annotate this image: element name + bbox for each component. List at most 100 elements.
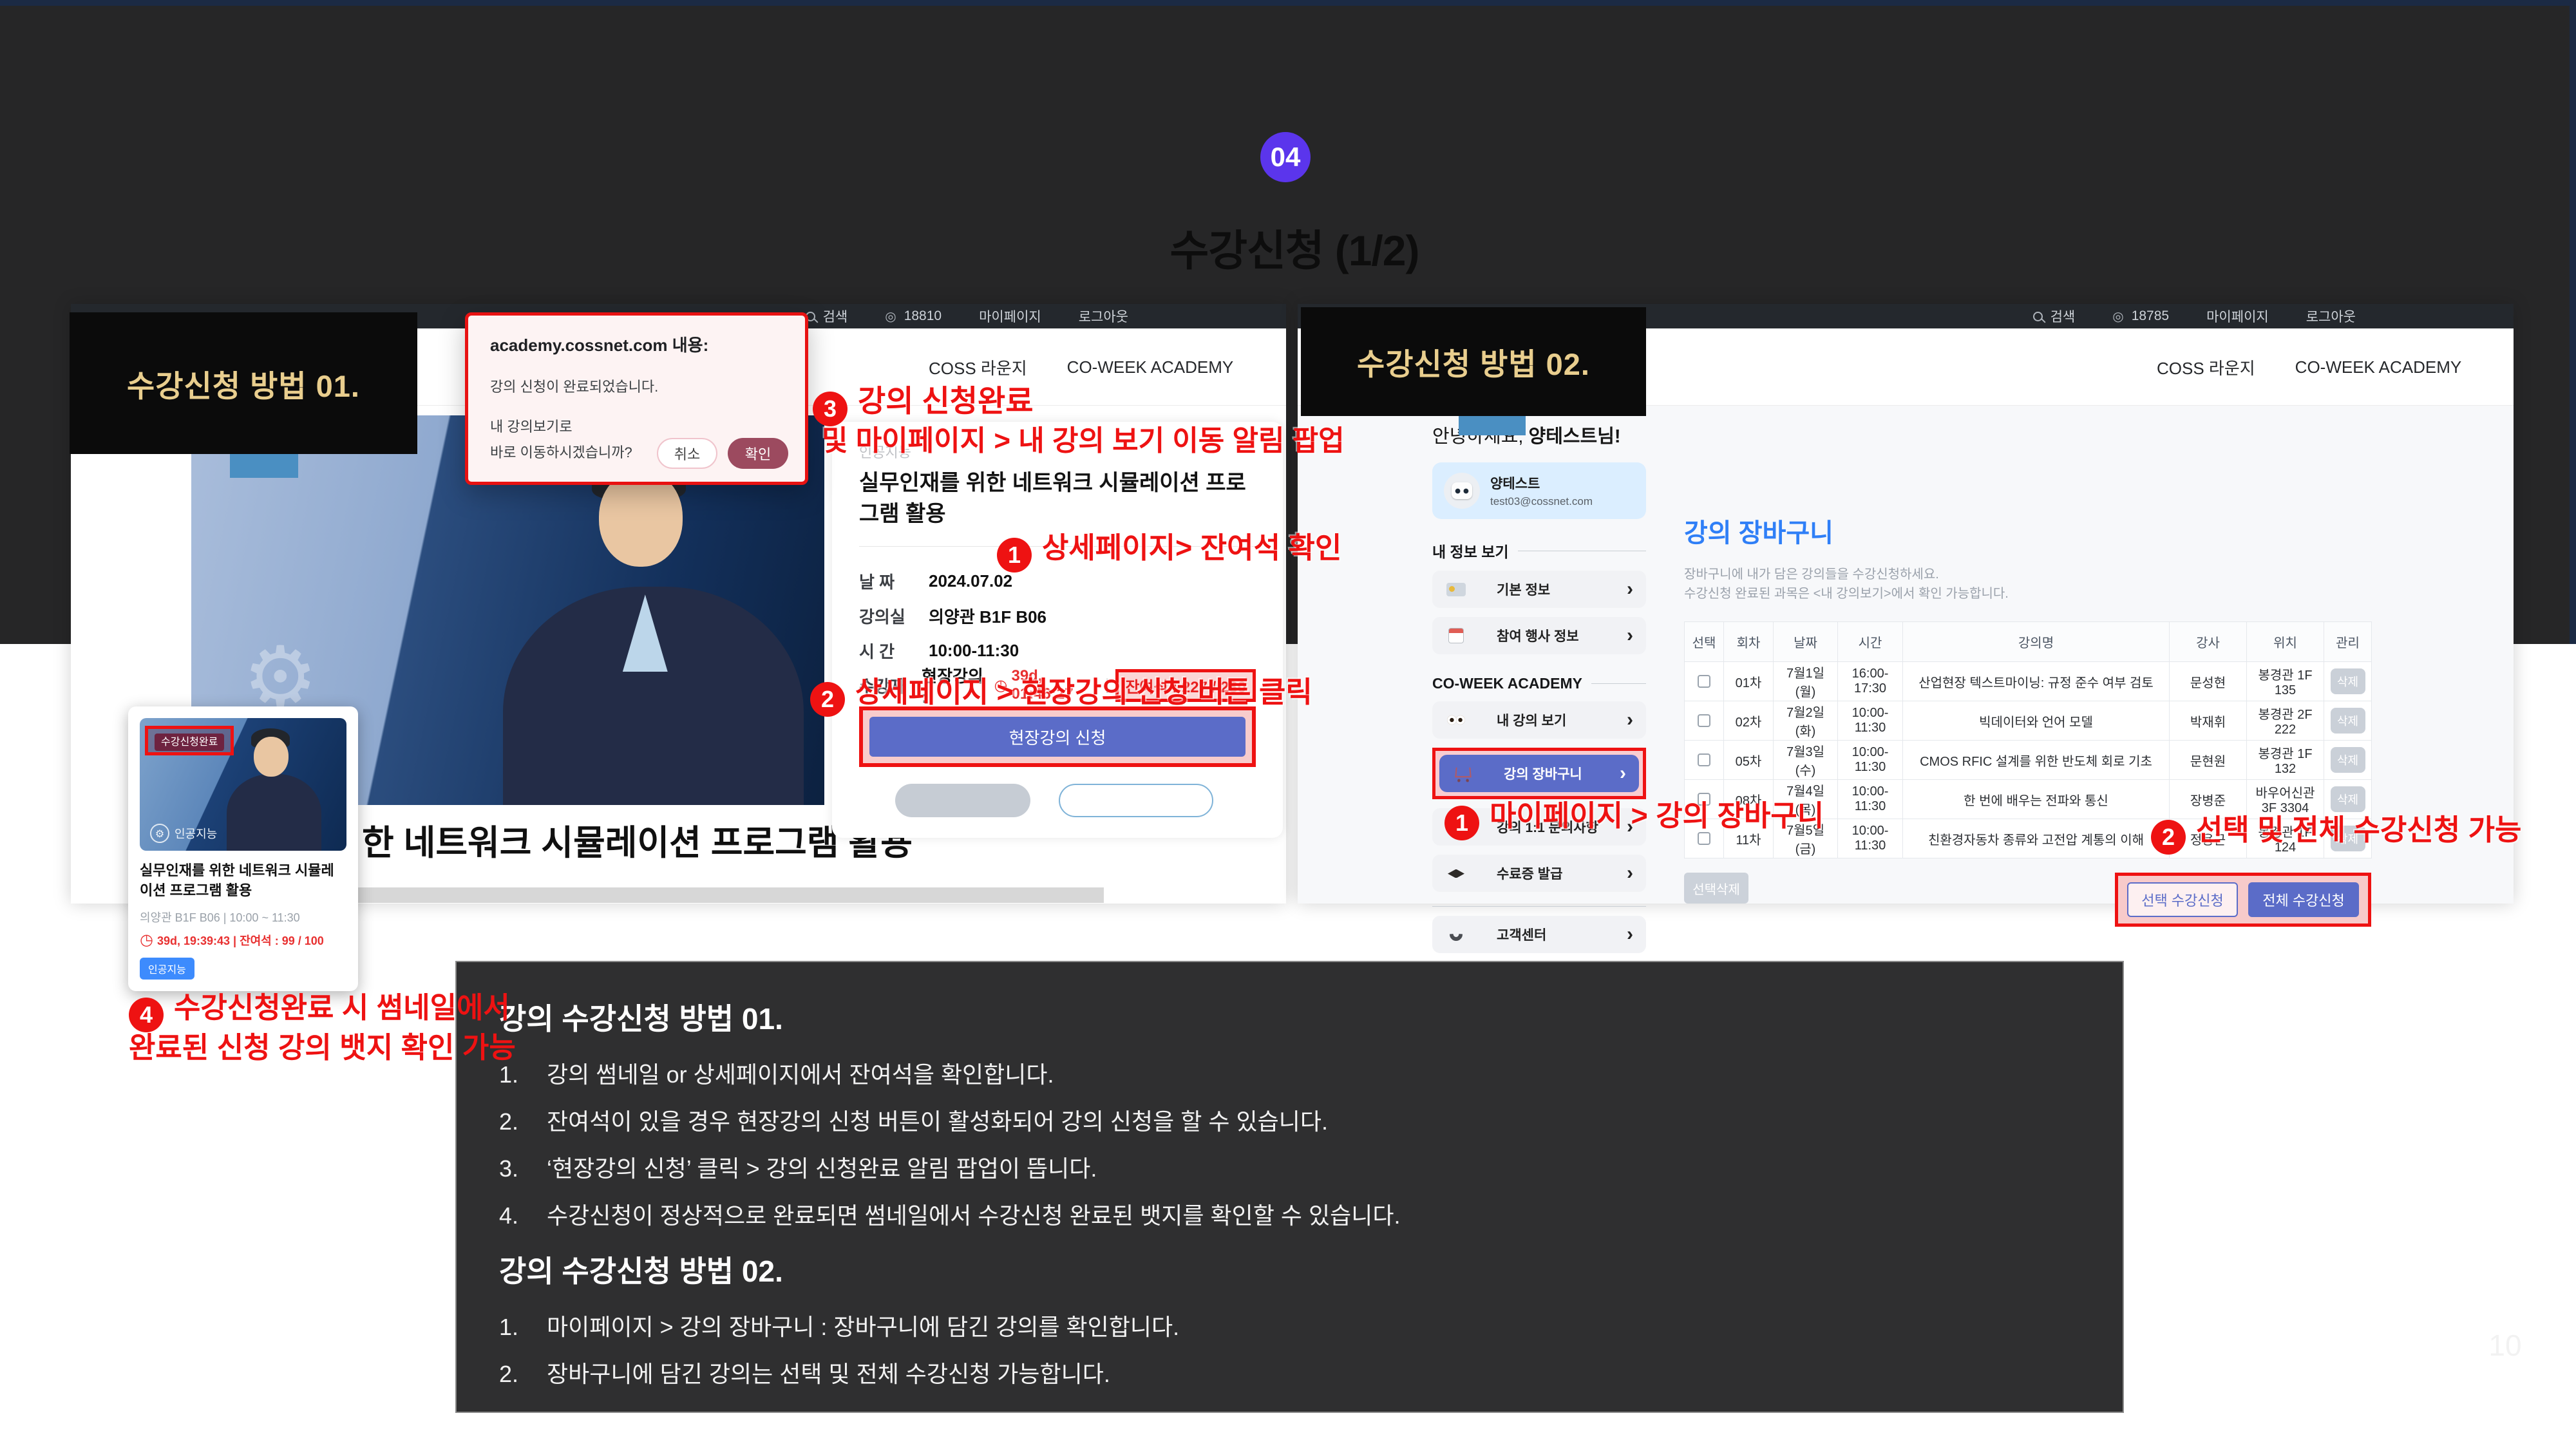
nav-coweek-academy[interactable]: CO-WEEK ACADEMY [1067, 357, 1234, 377]
sidebar-item-event-info[interactable]: 참여 행사 정보 › [1432, 617, 1646, 654]
thumbnail-countdown: ◷39d, 19:39:43 | 잔여석 : 99 / 100 [140, 931, 346, 949]
profile-card: 양테스트 test03@cossnet.com [1432, 462, 1646, 519]
cart-subtitle: 장바구니에 내가 담은 강의들을 수강신청하세요. 수강신청 완료된 과목은 <… [1684, 565, 2371, 603]
course-thumbnail-card[interactable]: 수강신청완료 ⚙ 인공지능 실무인재를 위한 네트워크 시뮬레이션 프로그램 활… [128, 706, 358, 991]
popup-message: 내 강의보기로 [490, 415, 783, 436]
detail-row-room: 강의실의양관 B1F B06 [859, 598, 1256, 633]
outline-pill-button[interactable] [1059, 784, 1213, 817]
mypage-sidebar: 안녕하세요, 양테스트님! 양테스트 test03@cossnet.com 내 … [1432, 421, 1646, 953]
nav-coss-lounge[interactable]: COSS 라운지 [2157, 355, 2255, 379]
method-01-label: 수강신청 방법 01. [70, 312, 417, 454]
instructor-figure [482, 446, 824, 805]
annotation-2-apply-click: 2상세페이지 > 현장강의 신청 버튼 클릭 [810, 668, 1312, 717]
list-item: 4.수강신청이 정상적으로 완료되면 썸네일에서 수강신청 완료된 뱃지를 확인… [499, 1201, 2080, 1230]
chevron-right-icon: › [1620, 762, 1626, 784]
cancel-button[interactable]: 취소 [657, 438, 717, 469]
col-name: 강의명 [1903, 622, 2170, 662]
profile-email: test03@cossnet.com [1490, 495, 1593, 508]
registration-complete-badge: 수강신청완료 [155, 734, 224, 751]
mypage-link[interactable]: 마이페이지 [979, 307, 1041, 326]
slide: 04 수강신청 (1/2) 검색 ◎18810 마이페이지 로그아웃 COSS … [0, 0, 2576, 1449]
avatar [1444, 473, 1480, 509]
chevron-right-icon: › [1627, 578, 1633, 600]
section-number-badge: 04 [1260, 132, 1311, 182]
row-checkbox[interactable] [1698, 714, 1710, 727]
list-item: 2.장바구니에 담긴 강의는 선택 및 전체 수강신청 가능합니다. [499, 1359, 2080, 1388]
logout-link[interactable]: 로그아웃 [2306, 307, 2356, 326]
active-nav-tab[interactable] [1459, 414, 1526, 435]
delete-button[interactable]: 삭제 [2331, 747, 2365, 773]
cart-title: 강의 장바구니 [1684, 512, 2371, 549]
sidebar-section-coweek: CO-WEEK ACADEMY [1432, 675, 1646, 692]
row-checkbox[interactable] [1698, 753, 1710, 766]
sidebar-item-certificate[interactable]: 수료증 발급 › [1432, 855, 1646, 892]
nav-coss-lounge[interactable]: COSS 라운지 [929, 355, 1027, 379]
eyes-icon [1445, 715, 1467, 725]
instructions-heading-1: 강의 수강신청 방법 01. [499, 996, 2080, 1038]
sidebar-item-support[interactable]: 고객센터 › [1432, 916, 1646, 953]
row-checkbox[interactable] [1698, 675, 1710, 688]
secondary-pill-button[interactable] [895, 784, 1030, 817]
views-counter: ◎18785 [2112, 308, 2169, 325]
delete-button[interactable]: 삭제 [2331, 668, 2365, 694]
apply-selected-button[interactable]: 선택 수강신청 [2127, 882, 2238, 917]
id-card-icon [1445, 583, 1467, 596]
list-item: 1.강의 썸네일 or 상세페이지에서 잔여석을 확인합니다. [499, 1060, 2080, 1089]
delete-button[interactable]: 삭제 [2331, 708, 2365, 734]
list-item: 3.‘현장강의 신청’ 클릭 > 강의 신청완료 알림 팝업이 뜹니다. [499, 1154, 2080, 1183]
apply-buttons-highlight: 선택 수강신청 전체 수강신청 [2115, 873, 2371, 927]
graduation-cap-icon [1445, 869, 1467, 878]
search-link[interactable]: 검색 [806, 307, 848, 326]
course-detail-title: 실무인재를 위한 네트워크 시뮬레이션 프로그램 활용 [859, 468, 1256, 529]
thumbnail-course-title: 실무인재를 위한 네트워크 시뮬레이션 프로그램 활용 [140, 861, 346, 901]
confirm-button[interactable]: 확인 [728, 438, 788, 469]
active-nav-tab[interactable] [230, 452, 298, 478]
instructions-panel: 강의 수강신청 방법 01. 1.강의 썸네일 or 상세페이지에서 잔여석을 … [455, 961, 2124, 1413]
col-manage: 관리 [2324, 622, 2372, 662]
course-title-partial: 한 네트워크 시뮬레이션 프로그램 활용 [362, 814, 913, 865]
annotation-1-seats: 1상세페이지> 잔여석 확인 [997, 524, 1341, 573]
table-row: 01차 7월1일(월) 16:00-17:30 산업현장 텍스트마이닝: 규정 … [1685, 662, 2372, 701]
apply-all-button[interactable]: 전체 수강신청 [2248, 882, 2359, 917]
annotation-3-line2: 및 마이페이지 > 내 강의 보기 이동 알림 팝업 [822, 417, 1345, 459]
nav-coweek-academy[interactable]: CO-WEEK ACADEMY [2295, 357, 2462, 377]
sidebar-item-lecture-cart[interactable]: 강의 장바구니 › [1439, 755, 1639, 792]
delete-selected-button[interactable]: 선택삭제 [1684, 873, 1748, 904]
thumbnail-image: 수강신청완료 ⚙ 인공지능 [140, 718, 346, 851]
search-link[interactable]: 검색 [2033, 307, 2076, 326]
detail-row-time: 시 간10:00-11:30 [859, 633, 1256, 668]
logout-link[interactable]: 로그아웃 [1079, 307, 1128, 326]
method-02-label: 수강신청 방법 02. [1301, 307, 1646, 416]
ai-category-icon: ⚙ [150, 824, 169, 843]
sidebar-item-basic-info[interactable]: 기본 정보 › [1432, 571, 1646, 608]
popup-message: 강의 신청이 완료되었습니다. [490, 375, 783, 396]
col-instructor: 강사 [2170, 622, 2247, 662]
list-item: 1.마이페이지 > 강의 장바구니 : 장바구니에 담긴 강의를 확인합니다. [499, 1312, 2080, 1341]
phone-icon [1445, 928, 1467, 941]
col-location: 위치 [2247, 622, 2324, 662]
chevron-right-icon: › [1627, 625, 1633, 647]
views-counter: ◎18810 [885, 308, 942, 325]
clock-icon: ◷ [140, 931, 153, 949]
chevron-right-icon: › [1627, 709, 1633, 731]
cart-section: 강의 장바구니 장바구니에 내가 담은 강의들을 수강신청하세요. 수강신청 완… [1684, 512, 2371, 927]
slide-bottom-edge [0, 0, 2576, 6]
sidebar-divider [1432, 906, 1646, 907]
sidebar-section-myinfo: 내 정보 보기 [1432, 540, 1646, 562]
course-detail-card: 인공지능 실무인재를 위한 네트워크 시뮬레이션 프로그램 활용 날 짜2024… [832, 422, 1283, 838]
mypage-link[interactable]: 마이페이지 [2206, 307, 2269, 326]
instructions-list-1: 1.강의 썸네일 or 상세페이지에서 잔여석을 확인합니다. 2.잔여석이 있… [499, 1060, 2080, 1230]
col-select: 선택 [1685, 622, 1724, 662]
table-row: 05차 7월3일(수) 10:00-11:30 CMOS RFIC 설계를 위한… [1685, 741, 2372, 780]
views-icon: ◎ [2112, 308, 2123, 325]
annotation-b2-apply: 2선택 및 전체 수강신청 가능 [2151, 806, 2521, 855]
page-number: 10 [2467, 1328, 2544, 1363]
apply-onsite-lecture-button[interactable]: 현장강의 신청 [869, 717, 1245, 757]
table-row: 02차 7월2일(화) 10:00-11:30 빅데이터와 언어 모델 박재휘 … [1685, 701, 2372, 741]
thumbnail-category: ⚙ 인공지능 [150, 824, 217, 843]
section-divider-bar [358, 887, 1104, 903]
annotation-b1-cart: 1마이페이지 > 강의 장바구니 [1444, 792, 1824, 840]
sidebar-item-my-lectures[interactable]: 내 강의 보기 › [1432, 701, 1646, 739]
chevron-right-icon: › [1627, 862, 1633, 884]
calendar-icon [1445, 628, 1467, 643]
